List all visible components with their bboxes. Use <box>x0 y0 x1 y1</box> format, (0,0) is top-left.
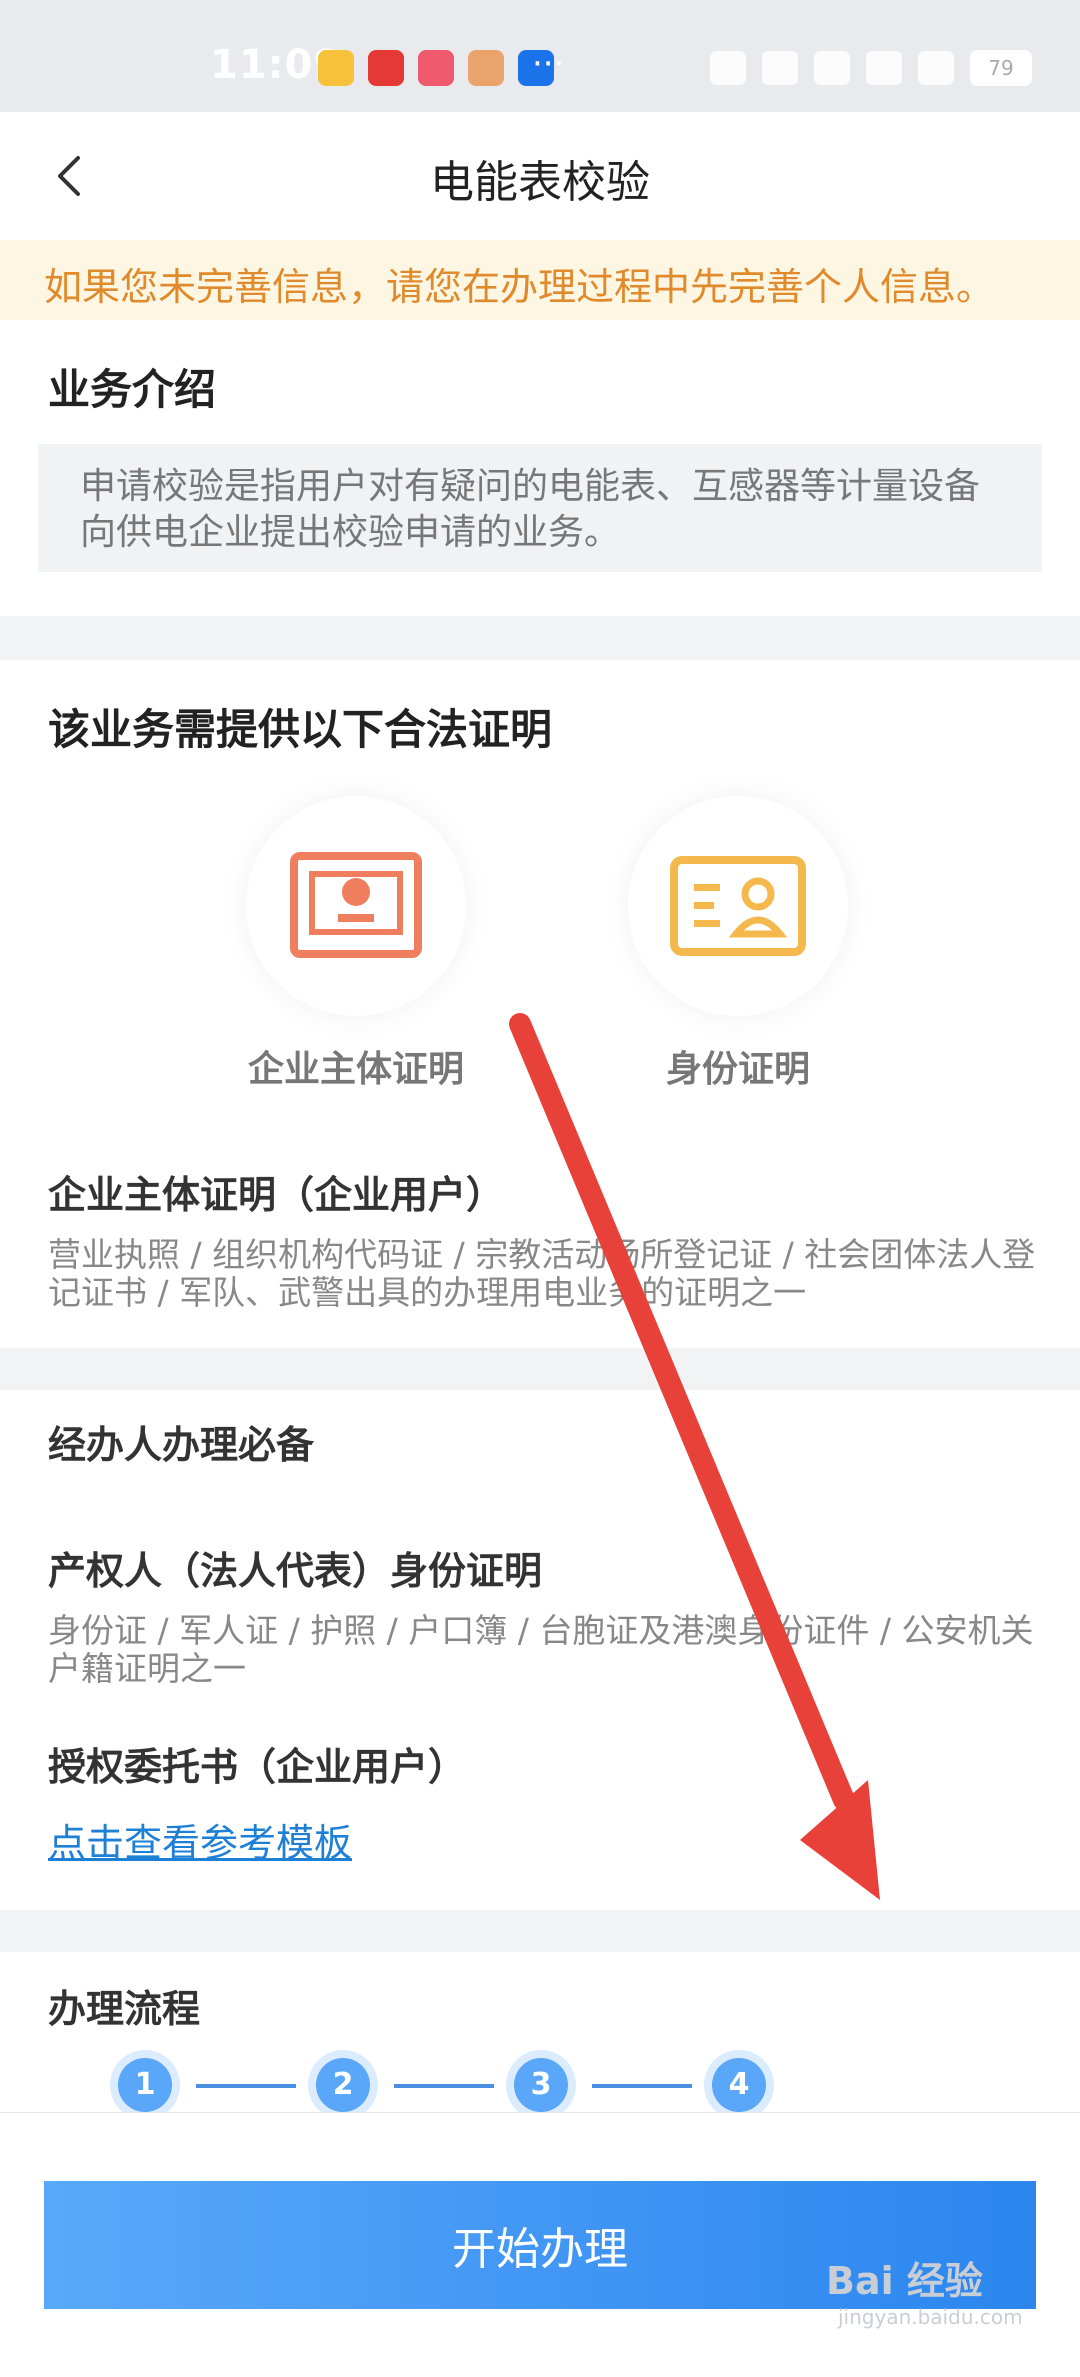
more-notifications: ··· <box>532 44 565 84</box>
intro-text: 申请校验是指用户对有疑问的电能表、互感器等计量设备向供电企业提出校验申请的业务。 <box>80 466 981 553</box>
proof-business[interactable]: 企业主体证明 <box>246 796 466 1090</box>
proof-identity-label: 身份证明 <box>665 1049 810 1090</box>
step-connector <box>394 2084 494 2088</box>
message-icon <box>468 50 504 86</box>
signal-icon-2 <box>918 51 954 85</box>
process-steps: 1 2 3 4 <box>110 2050 930 2120</box>
step-2: 2 <box>308 2050 378 2120</box>
proof-identity[interactable]: 身份证明 <box>628 796 848 1090</box>
agent-id-title: 产权人（法人代表）身份证明 <box>48 1549 543 1593</box>
proof-business-label: 企业主体证明 <box>247 1049 464 1090</box>
notice-banner: 如果您未完善信息，请您在办理过程中先完善个人信息。 <box>0 240 1080 320</box>
page-title: 电能表校验 <box>430 157 650 208</box>
app-pink-icon <box>418 50 454 86</box>
bottom-action-bar: 开始办理 <box>0 2112 1080 2377</box>
step-3: 3 <box>506 2050 576 2120</box>
battery-icon: 79 <box>970 50 1032 86</box>
intro-card: 业务介绍 申请校验是指用户对有疑问的电能表、互感器等计量设备向供电企业提出校验申… <box>0 320 1080 616</box>
proof-detail-text: 营业执照 / 组织机构代码证 / 宗教活动场所登记证 / 社会团体法人登记证书 … <box>48 1235 1036 1312</box>
step-1-number: 1 <box>118 2058 172 2112</box>
step-connector <box>196 2084 296 2088</box>
status-bar: 11:09 ··· 79 <box>0 0 1080 112</box>
nfc-icon <box>762 51 798 85</box>
business-license-icon <box>290 852 422 958</box>
step-3-number: 3 <box>514 2058 568 2112</box>
proofs-title: 该业务需提供以下合法证明 <box>48 705 553 754</box>
eye-icon <box>710 51 746 85</box>
proofs-card: 该业务需提供以下合法证明 企业主体证明 身份证明 企业主体证明（企业用户） 营业… <box>0 660 1080 1348</box>
process-title: 办理流程 <box>48 1987 201 2031</box>
weibo-icon <box>318 50 354 86</box>
template-link[interactable]: 点击查看参考模板 <box>48 1812 352 1867</box>
agent-title: 经办人办理必备 <box>48 1423 315 1467</box>
proof-identity-circle <box>628 796 848 1016</box>
watermark-brand: Bai 经验 <box>826 2259 983 2303</box>
auth-title: 授权委托书（企业用户） <box>48 1745 467 1789</box>
agent-card: 经办人办理必备 产权人（法人代表）身份证明 身份证 / 军人证 / 护照 / 户… <box>0 1390 1080 1910</box>
agent-id-text: 身份证 / 军人证 / 护照 / 户口簿 / 台胞证及港澳身份证件 / 公安机关… <box>48 1611 1034 1688</box>
step-connector <box>592 2084 692 2088</box>
step-4-number: 4 <box>712 2058 766 2112</box>
proof-business-circle <box>246 796 466 1016</box>
notice-text: 如果您未完善信息，请您在办理过程中先完善个人信息。 <box>44 265 995 309</box>
nav-bar: 电能表校验 <box>0 112 1080 240</box>
id-card-icon <box>670 856 806 956</box>
watermark-url: jingyan.baidu.com <box>838 2305 1023 2329</box>
proof-detail-title: 企业主体证明（企业用户） <box>48 1173 505 1217</box>
intro-title: 业务介绍 <box>48 365 217 414</box>
baidu-watermark: Bai 经验 jingyan.baidu.com <box>826 2250 1023 2329</box>
intro-box: 申请校验是指用户对有疑问的电能表、互感器等计量设备向供电企业提出校验申请的业务。 <box>38 444 1042 572</box>
system-icons: 79 <box>710 50 1032 86</box>
signal-icon <box>866 51 902 85</box>
app-red-icon <box>368 50 404 86</box>
notification-icons <box>318 50 554 86</box>
step-4: 4 <box>704 2050 774 2120</box>
wifi-icon <box>814 51 850 85</box>
step-2-number: 2 <box>316 2058 370 2112</box>
step-1: 1 <box>110 2050 180 2120</box>
